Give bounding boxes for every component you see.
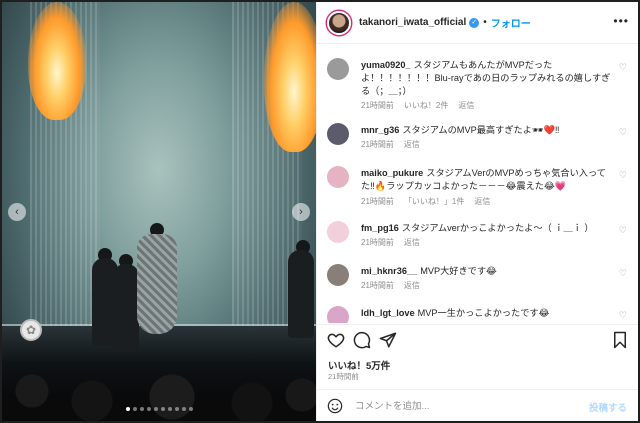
comment-reply[interactable]: 返信 xyxy=(404,140,420,149)
comment-heart-icon[interactable]: ♡ xyxy=(619,170,627,181)
dancer xyxy=(113,264,139,352)
comment-likes[interactable]: いいね！2件 xyxy=(404,101,448,110)
comment-time: 21時間前 xyxy=(361,281,394,290)
comment-heart-icon[interactable]: ♡ xyxy=(619,268,627,279)
next-slide-button[interactable]: › xyxy=(292,203,310,221)
comment-body: fm_pg16 スタジアムverかっこよかったよ〜（ ｉ＿ｉ ） xyxy=(361,222,611,235)
commenter-avatar[interactable] xyxy=(327,58,349,80)
comment-body: yuma0920_ スタジアムもあんたがMVPだったよ！！！！！！！Blu-ray… xyxy=(361,59,611,98)
author-avatar[interactable] xyxy=(327,10,351,35)
carousel-dot xyxy=(188,407,193,411)
post-actions: いいね！5万件 21時間前 xyxy=(317,324,638,382)
comment-meta: 21時間前 いいね！2件 返信 xyxy=(361,100,484,111)
header-separator: • xyxy=(483,17,487,28)
more-icon[interactable]: ••• xyxy=(613,14,629,28)
comment-body: maiko_pukure スタジアムVerのMVPめっちゃ気合い入ってた‼🔥ラップ… xyxy=(361,167,611,193)
post-comment-button[interactable]: 投稿する xyxy=(589,400,627,414)
comment-body: ldh_lgt_love MVP一生かっこよかったです😂 xyxy=(361,307,611,320)
comment-likes[interactable]: 「いいね！」1件 xyxy=(404,197,464,206)
comment-username[interactable]: fm_pg16 xyxy=(361,223,399,233)
like-count[interactable]: いいね！5万件 xyxy=(328,358,390,372)
add-comment-bar: 投稿する xyxy=(317,389,638,421)
comment-reply[interactable]: 返信 xyxy=(458,101,474,110)
comment-heart-icon[interactable]: ♡ xyxy=(619,225,627,236)
comment-body: mnr_g36 スタジアムのMVP最高すぎたよ🕶❤️‼ xyxy=(361,124,611,137)
commenter-avatar[interactable] xyxy=(327,264,349,286)
comments-list[interactable]: yuma0920_ スタジアムもあんたがMVPだったよ！！！！！！！Blu-ray… xyxy=(317,45,638,323)
comment-time: 21時間前 xyxy=(361,238,394,247)
emoji-icon[interactable] xyxy=(327,398,343,414)
pyro-flame-right xyxy=(264,2,316,152)
carousel-dot xyxy=(146,407,151,411)
carousel-indicator xyxy=(2,407,316,411)
commenter-avatar[interactable] xyxy=(327,306,349,323)
commenter-avatar[interactable] xyxy=(327,166,349,188)
commenter-avatar[interactable] xyxy=(327,123,349,145)
comment-meta: 21時間前 返信 xyxy=(361,237,430,248)
comment-meta: 21時間前 返信 xyxy=(361,139,430,150)
post-dialog: ✿ ‹ › takanori_iwata_official ✓ • フォロー •… xyxy=(2,2,638,421)
prev-slide-button[interactable]: ‹ xyxy=(8,203,26,221)
carousel-dot xyxy=(125,407,130,411)
carousel-dot xyxy=(132,407,137,411)
comment-time: 21時間前 xyxy=(361,101,394,110)
comment-body: mi_hknr36__ MVP大好きです😂 xyxy=(361,265,611,278)
comment-heart-icon[interactable]: ♡ xyxy=(619,62,627,73)
author-username[interactable]: takanori_iwata_official xyxy=(359,17,466,28)
carousel-dot xyxy=(181,407,186,411)
add-comment-input[interactable] xyxy=(355,397,575,415)
comment-text: スタジアムverかっこよかったよ〜（ ｉ＿ｉ ） xyxy=(401,223,594,233)
comment-text: MVP大好きです😂 xyxy=(420,266,497,276)
comment-icon[interactable] xyxy=(353,331,371,349)
comment-meta: 21時間前 返信 xyxy=(361,280,430,291)
carousel-dot xyxy=(174,407,179,411)
carousel-dot xyxy=(153,407,158,411)
comment-username[interactable]: mnr_g36 xyxy=(361,125,399,135)
heart-icon[interactable] xyxy=(327,331,345,349)
comment-text: スタジアムのMVP最高すぎたよ🕶❤️‼ xyxy=(402,125,560,135)
post-sidebar: takanori_iwata_official ✓ • フォロー ••• yum… xyxy=(316,2,638,421)
comment-meta: 21時間前 「いいね！」1件 返信 xyxy=(361,196,500,207)
bookmark-icon[interactable] xyxy=(611,331,629,349)
dancer xyxy=(288,250,314,338)
comment-time: 21時間前 xyxy=(361,197,394,206)
post-media[interactable]: ✿ ‹ › xyxy=(2,2,316,421)
verified-icon: ✓ xyxy=(469,17,480,28)
pyro-flame-left xyxy=(28,2,86,120)
post-header: takanori_iwata_official ✓ • フォロー ••• xyxy=(317,2,638,44)
comment-username[interactable]: mi_hknr36__ xyxy=(361,266,417,276)
commenter-avatar[interactable] xyxy=(327,221,349,243)
carousel-dot xyxy=(160,407,165,411)
comment-username[interactable]: ldh_lgt_love xyxy=(361,308,415,318)
lead-performer xyxy=(137,234,177,334)
comment-heart-icon[interactable]: ♡ xyxy=(619,310,627,321)
post-timestamp[interactable]: 21時間前 xyxy=(328,371,359,382)
comment-reply[interactable]: 返信 xyxy=(404,238,420,247)
comment-reply[interactable]: 返信 xyxy=(404,281,420,290)
comment-time: 21時間前 xyxy=(361,140,394,149)
carousel-dot xyxy=(139,407,144,411)
follow-button[interactable]: フォロー xyxy=(491,15,531,30)
comment-text: MVP一生かっこよかったです😂 xyxy=(417,308,550,318)
share-icon[interactable] xyxy=(379,331,397,349)
comment-username[interactable]: yuma0920_ xyxy=(361,60,411,70)
comment-heart-icon[interactable]: ♡ xyxy=(619,127,627,138)
tag-badge-icon[interactable]: ✿ xyxy=(20,319,42,341)
carousel-dot xyxy=(167,407,172,411)
comment-reply[interactable]: 返信 xyxy=(474,197,490,206)
comment-username[interactable]: maiko_pukure xyxy=(361,168,423,178)
